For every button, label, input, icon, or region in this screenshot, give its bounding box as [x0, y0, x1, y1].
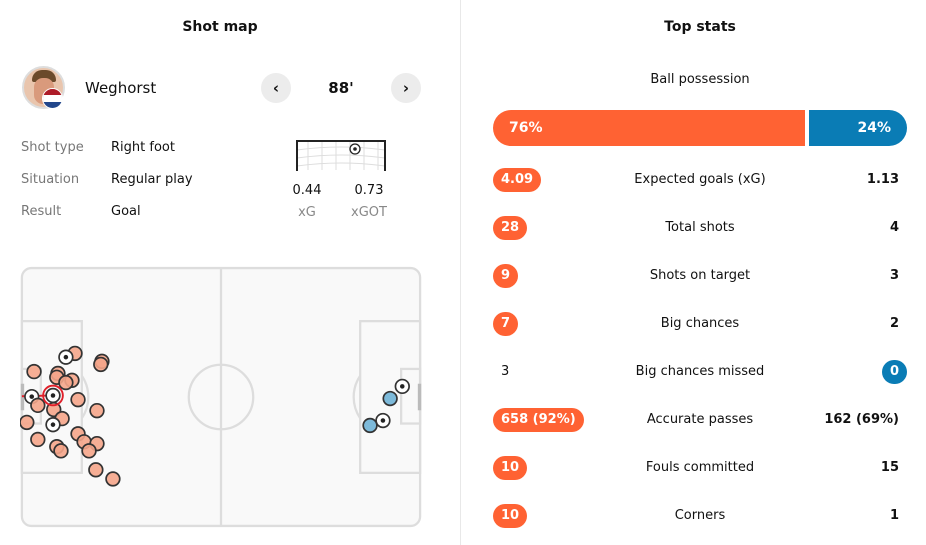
shot-minute: 88': [328, 79, 354, 97]
shot-type-value: Right foot: [111, 140, 175, 155]
shot-marker[interactable]: [89, 402, 105, 419]
goal-shot-marker[interactable]: [58, 349, 74, 365]
result-label: Result: [21, 204, 62, 219]
stat-label: Big chances missed: [635, 364, 765, 379]
xgot-label: xGOT: [351, 205, 387, 220]
shot-marker[interactable]: [30, 397, 46, 414]
ball-icon: [29, 394, 35, 399]
stat-away-value: 1.13: [866, 172, 899, 187]
top-stats-title: Top stats: [664, 19, 736, 35]
stat-label: Fouls committed: [645, 460, 755, 475]
goal-shot-marker[interactable]: [394, 378, 410, 395]
panel-divider: [460, 0, 461, 545]
possession-bar-home: 76%: [493, 110, 805, 146]
result-value: Goal: [111, 204, 141, 219]
shot-type-label: Shot type: [21, 140, 84, 155]
goal-frame-graphic: [296, 140, 386, 171]
shot-marker[interactable]: [382, 390, 398, 407]
shot-marker[interactable]: [362, 417, 378, 434]
shot-marker[interactable]: [53, 443, 69, 459]
shot-marker[interactable]: [20, 414, 35, 431]
shot-marker[interactable]: [88, 462, 104, 478]
next-shot-button[interactable]: ›: [391, 73, 421, 103]
situation-value: Regular play: [111, 172, 193, 187]
stat-away-value: 162 (69%): [824, 412, 899, 427]
stat-label: Total shots: [665, 220, 735, 235]
ball-icon: [63, 354, 69, 360]
stat-label: Expected goals (xG): [634, 172, 766, 187]
goal-shot-marker[interactable]: [45, 417, 61, 433]
goal-shot-marker[interactable]: [42, 384, 64, 407]
ball-icon: [50, 393, 56, 398]
previous-shot-button[interactable]: ‹: [261, 73, 291, 103]
stat-row: 7 Big chances 2: [493, 312, 907, 336]
stat-label: Corners: [674, 508, 726, 523]
stat-away-value: 3: [889, 268, 899, 283]
chevron-right-icon: ›: [402, 79, 410, 97]
shot-marker[interactable]: [30, 431, 46, 448]
ball-icon: [380, 418, 386, 423]
xgot-value: 0.73: [354, 183, 384, 198]
possession-label: Ball possession: [650, 72, 750, 87]
stat-row: 10 Fouls committed 15: [493, 456, 907, 480]
netherlands-flag-icon: [42, 88, 63, 109]
stat-row: 3 Big chances missed 0: [493, 360, 907, 384]
ball-icon: [349, 143, 361, 155]
stat-away-value: 0: [881, 360, 907, 384]
shot-map-title: Shot map: [182, 19, 258, 35]
stat-away-value: 15: [880, 460, 899, 475]
stat-row: 658 (92%) Accurate passes 162 (69%): [493, 408, 907, 432]
stat-row: 9 Shots on target 3: [493, 264, 907, 288]
stat-away-value: 4: [889, 220, 899, 235]
player-name[interactable]: Weghorst: [85, 79, 156, 97]
situation-label: Situation: [21, 172, 80, 187]
stat-away-value: 1: [889, 508, 899, 523]
shot-marker[interactable]: [26, 363, 42, 380]
shot-marker[interactable]: [93, 356, 109, 373]
shot-marker[interactable]: [105, 471, 121, 487]
stat-label: Shots on target: [649, 268, 751, 283]
shot-marker[interactable]: [81, 443, 97, 459]
shot-marker[interactable]: [70, 391, 86, 408]
possession-bar-away: 24%: [809, 110, 907, 146]
ball-icon: [50, 422, 56, 427]
xg-label: xG: [298, 205, 316, 220]
ball-icon: [400, 384, 405, 389]
stat-away-value: 2: [889, 316, 899, 331]
stat-row: 10 Corners 1: [493, 504, 907, 528]
pitch: [20, 266, 422, 528]
stat-row: 4.09 Expected goals (xG) 1.13: [493, 168, 907, 192]
shot-marker[interactable]: [58, 374, 74, 391]
stat-label: Big chances: [660, 316, 740, 331]
chevron-left-icon: ‹: [272, 79, 280, 97]
goal-shot-marker[interactable]: [375, 412, 391, 429]
stat-row: 28 Total shots 4: [493, 216, 907, 240]
xg-value: 0.44: [292, 183, 322, 198]
